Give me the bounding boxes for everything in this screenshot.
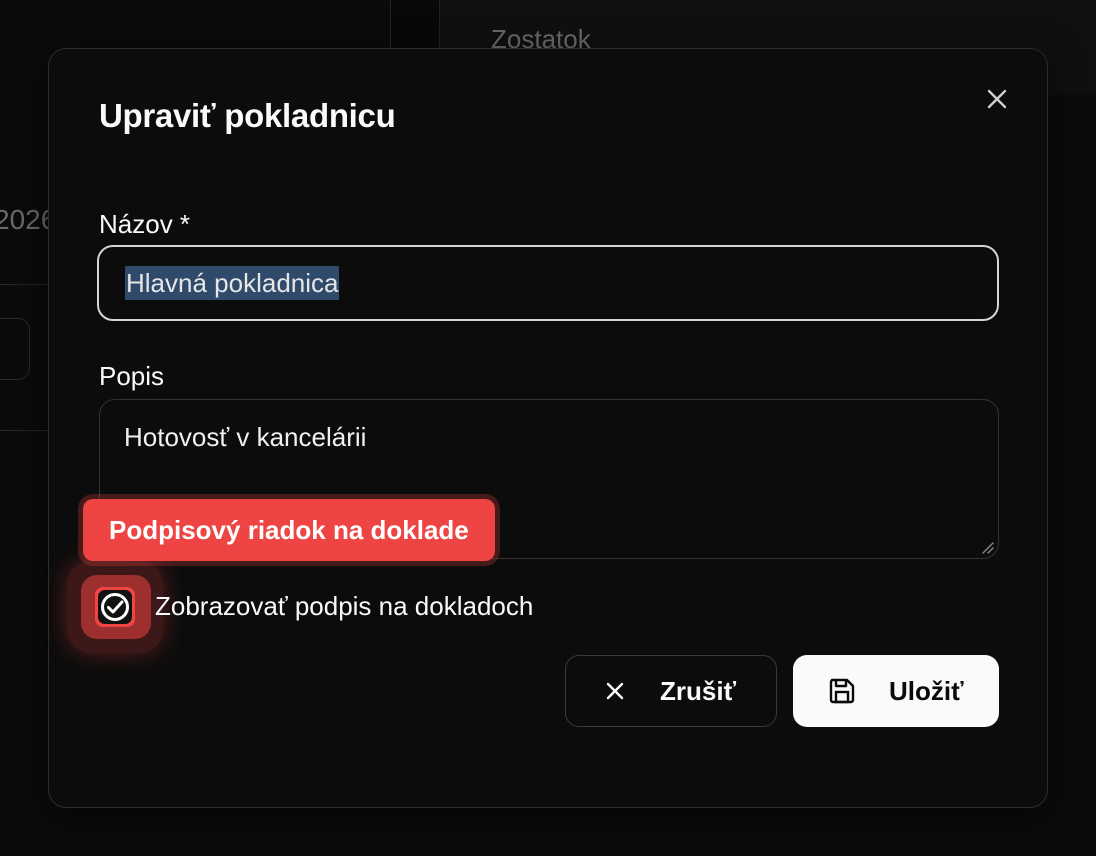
background-column [390,0,440,50]
close-icon [987,89,1007,109]
check-circle-icon [98,590,132,624]
x-icon [600,676,630,706]
background-control [0,318,30,380]
signature-tooltip: Podpisový riadok na doklade [83,499,495,561]
save-button-label: Uložiť [889,675,964,706]
signature-checkbox[interactable] [95,587,135,627]
cancel-button[interactable]: Zrušiť [565,655,777,727]
save-button[interactable]: Uložiť [793,655,999,727]
resize-grip-icon[interactable] [980,540,994,554]
description-label: Popis [99,361,165,391]
dialog-title: Upraviť pokladnicu [99,97,396,134]
cancel-button-label: Zrušiť [660,675,737,706]
name-input-value: Hlavná pokladnica [125,266,340,300]
name-input[interactable]: Hlavná pokladnica [97,245,999,321]
tooltip-text: Podpisový riadok na doklade [109,514,469,545]
edit-cashbox-dialog: Upraviť pokladnicu Názov * Hlavná poklad… [48,48,1048,808]
close-button[interactable] [981,83,1013,115]
save-icon [827,676,857,706]
name-label: Názov * [99,209,191,239]
description-value: Hotovosť v kancelárii [124,422,367,452]
signature-checkbox-label[interactable]: Zobrazovať podpis na dokladoch [155,591,533,622]
